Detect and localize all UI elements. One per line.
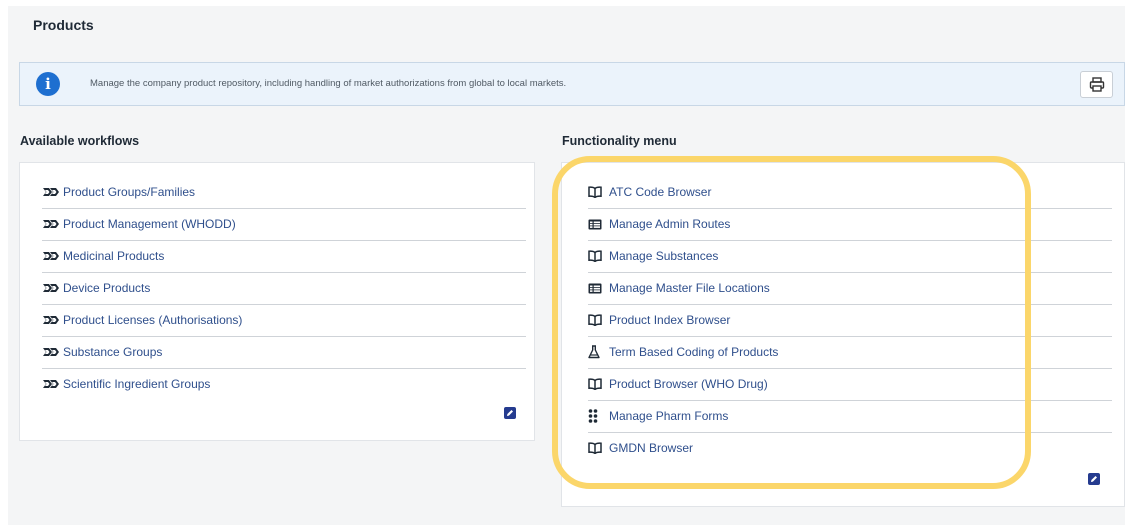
functionality-item-label: Product Browser (WHO Drug) [609, 377, 768, 391]
workflows-item-label: Device Products [63, 281, 151, 295]
page-title: Products [33, 17, 94, 33]
workflows-item-label: Medicinal Products [63, 249, 165, 263]
edit-icon [507, 410, 513, 416]
workflows-item[interactable]: Medicinal Products [42, 240, 522, 272]
workflow-icon [42, 217, 60, 231]
workflow-icon [42, 313, 60, 327]
functionality-edit-button[interactable] [1088, 473, 1100, 485]
functionality-item[interactable]: Manage Master File Locations [588, 272, 1088, 304]
workflows-item-label: Substance Groups [63, 345, 163, 359]
print-icon [1089, 77, 1105, 92]
book-icon [588, 313, 606, 327]
workflows-item[interactable]: Product Management (WHODD) [42, 208, 522, 240]
grid-icon [588, 409, 606, 423]
workflows-item[interactable]: Product Licenses (Authorisations) [42, 304, 522, 336]
info-banner: i Manage the company product repository,… [19, 62, 1125, 106]
workflow-icon [42, 249, 60, 263]
functionality-item[interactable]: ATC Code Browser [588, 176, 1088, 208]
print-button[interactable] [1080, 71, 1113, 98]
workflows-item[interactable]: Substance Groups [42, 336, 522, 368]
workflow-icon [42, 377, 60, 391]
workflow-icon [42, 345, 60, 359]
edit-icon [1091, 476, 1097, 482]
functionality-item-label: Term Based Coding of Products [609, 345, 779, 359]
functionality-item-label: Product Index Browser [609, 313, 731, 327]
workflows-item[interactable]: Scientific Ingredient Groups [42, 368, 522, 400]
workflow-icon [42, 281, 60, 295]
workflow-icon [42, 185, 60, 199]
flask-icon [588, 345, 606, 359]
workflows-edit-button[interactable] [504, 407, 516, 419]
book-icon [588, 249, 606, 263]
workflows-item-label: Product Management (WHODD) [63, 217, 236, 231]
functionality-item[interactable]: Product Index Browser [588, 304, 1088, 336]
book-icon [588, 185, 606, 199]
table-icon [588, 217, 606, 231]
workflows-item-label: Product Groups/Families [63, 185, 196, 199]
functionality-item[interactable]: Term Based Coding of Products [588, 336, 1088, 368]
functionality-title: Functionality menu [562, 134, 677, 148]
book-icon [588, 377, 606, 391]
workflows-title: Available workflows [20, 134, 140, 148]
functionality-item-label: Manage Pharm Forms [609, 409, 729, 423]
functionality-item[interactable]: Manage Admin Routes [588, 208, 1088, 240]
functionality-item-label: Manage Master File Locations [609, 281, 770, 295]
functionality-item-label: GMDN Browser [609, 441, 694, 455]
functionality-item-label: ATC Code Browser [609, 185, 712, 199]
workflows-item[interactable]: Device Products [42, 272, 522, 304]
functionality-item[interactable]: Manage Substances [588, 240, 1088, 272]
functionality-item[interactable]: Product Browser (WHO Drug) [588, 368, 1088, 400]
workflows-item-label: Scientific Ingredient Groups [63, 377, 211, 391]
functionality-item-label: Manage Substances [609, 249, 719, 263]
table-icon [588, 281, 606, 295]
workflows-item[interactable]: Product Groups/Families [42, 176, 522, 208]
info-text: Manage the company product repository, i… [90, 78, 567, 89]
workflows-panel: Product Groups/Families Product Managemen… [19, 162, 535, 441]
functionality-item[interactable]: Manage Pharm Forms [588, 400, 1088, 432]
functionality-item-label: Manage Admin Routes [609, 217, 731, 231]
functionality-panel: ATC Code Browser Manage Admin Routes Manag… [561, 162, 1125, 507]
functionality-item[interactable]: GMDN Browser [588, 432, 1088, 464]
info-icon: i [36, 72, 60, 96]
workflows-item-label: Product Licenses (Authorisations) [63, 313, 243, 327]
book-icon [588, 441, 606, 455]
